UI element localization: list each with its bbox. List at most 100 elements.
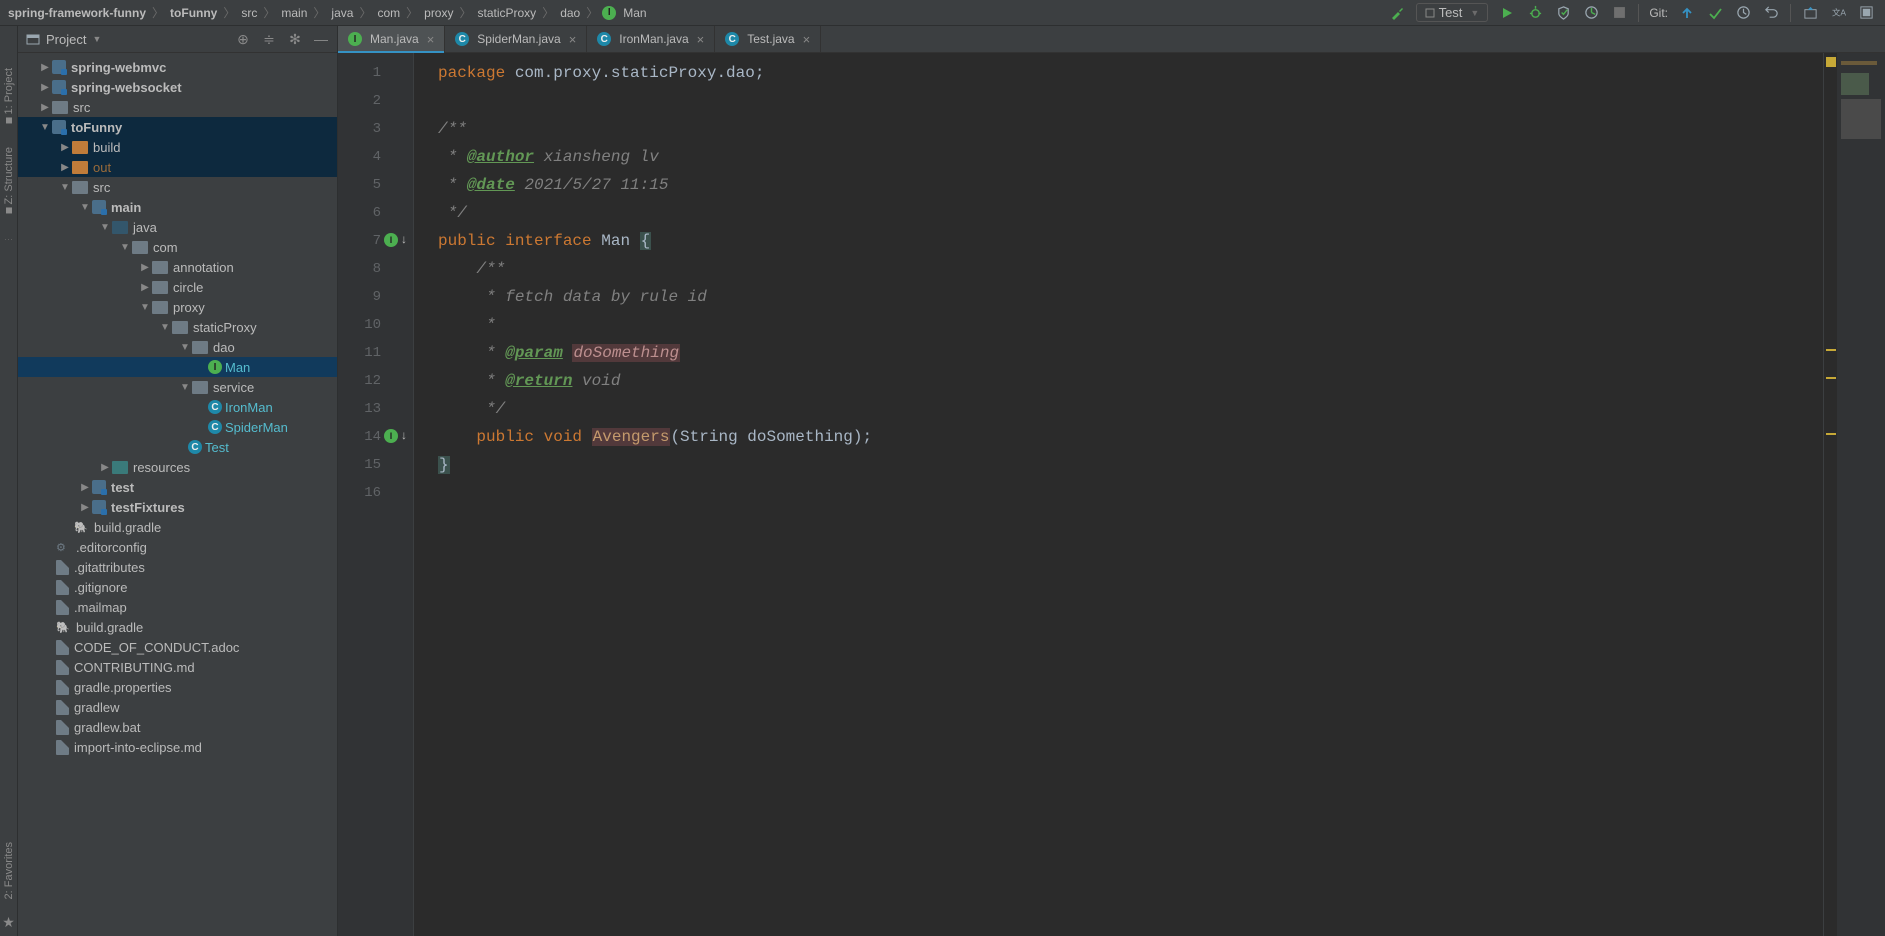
tree-out[interactable]: ▶out: [18, 157, 337, 177]
tree-module-websocket[interactable]: ▶spring-websocket: [18, 77, 337, 97]
tree-toFunny[interactable]: ▼toFunny: [18, 117, 337, 137]
tree-Man[interactable]: IMan: [18, 357, 337, 377]
search-everywhere-icon[interactable]: [1857, 4, 1875, 22]
tree-gradlew-bat[interactable]: gradlew.bat: [18, 717, 337, 737]
stop-button[interactable]: [1610, 4, 1628, 22]
tree-module-webmvc[interactable]: ▶spring-webmvc: [18, 57, 337, 77]
ide-update-icon[interactable]: [1801, 4, 1819, 22]
crumb-5[interactable]: com: [375, 6, 402, 20]
line-number[interactable]: 4: [338, 143, 413, 171]
line-number[interactable]: 3: [338, 115, 413, 143]
tree-IronMan[interactable]: CIronMan: [18, 397, 337, 417]
close-icon[interactable]: ×: [569, 32, 577, 47]
tree-test[interactable]: ▶test: [18, 477, 337, 497]
crumb-6[interactable]: proxy: [422, 6, 455, 20]
tree-resources[interactable]: ▶resources: [18, 457, 337, 477]
analysis-status-icon[interactable]: [1826, 57, 1836, 67]
tree-mailmap[interactable]: .mailmap: [18, 597, 337, 617]
git-history-icon[interactable]: [1734, 4, 1752, 22]
tree-Test[interactable]: CTest: [18, 437, 337, 457]
settings-icon[interactable]: ✻: [287, 31, 303, 47]
error-stripe[interactable]: [1823, 53, 1837, 936]
tab-man[interactable]: I Man.java ×: [338, 26, 445, 52]
git-update-icon[interactable]: [1678, 4, 1696, 22]
build-icon[interactable]: [1388, 4, 1406, 22]
line-number[interactable]: 16: [338, 479, 413, 507]
line-number[interactable]: 6: [338, 199, 413, 227]
line-number[interactable]: 11: [338, 339, 413, 367]
tree-SpiderMan[interactable]: CSpiderMan: [18, 417, 337, 437]
tree-dao[interactable]: ▼dao: [18, 337, 337, 357]
tree-circle[interactable]: ▶circle: [18, 277, 337, 297]
tool-structure-tab[interactable]: Z: Structure: [3, 147, 15, 213]
tree-annotation[interactable]: ▶annotation: [18, 257, 337, 277]
tree-gradle-props[interactable]: gradle.properties: [18, 677, 337, 697]
close-icon[interactable]: ×: [803, 32, 811, 47]
tree-src-top[interactable]: ▶src: [18, 97, 337, 117]
coverage-button[interactable]: [1554, 4, 1572, 22]
tab-ironman[interactable]: C IronMan.java ×: [587, 26, 715, 52]
tree-gitignore[interactable]: .gitignore: [18, 577, 337, 597]
crumb-4[interactable]: java: [329, 6, 355, 20]
line-number[interactable]: 8: [338, 255, 413, 283]
hide-icon[interactable]: —: [313, 31, 329, 47]
tree-testFixtures[interactable]: ▶testFixtures: [18, 497, 337, 517]
tree-java[interactable]: ▼java: [18, 217, 337, 237]
run-button[interactable]: [1498, 4, 1516, 22]
line-gutter[interactable]: 1 2 3 4 5 6 7 8 9 10 11 12 13 14 15 16 I…: [338, 53, 414, 936]
crumb-8[interactable]: dao: [558, 6, 582, 20]
profiler-button[interactable]: [1582, 4, 1600, 22]
tree-gradlew[interactable]: gradlew: [18, 697, 337, 717]
tree-import-eclipse[interactable]: import-into-eclipse.md: [18, 737, 337, 757]
line-number[interactable]: 5: [338, 171, 413, 199]
tree-main[interactable]: ▼main: [18, 197, 337, 217]
warning-mark[interactable]: [1826, 377, 1836, 379]
line-number[interactable]: 12: [338, 367, 413, 395]
crumb-1[interactable]: toFunny: [168, 6, 219, 20]
expand-all-icon[interactable]: ≑: [261, 31, 277, 47]
tab-test[interactable]: C Test.java ×: [715, 26, 821, 52]
git-commit-icon[interactable]: [1706, 4, 1724, 22]
implementers-gutter-icon[interactable]: I↓: [384, 231, 407, 247]
tree-com[interactable]: ▼com: [18, 237, 337, 257]
project-tree[interactable]: ▶spring-webmvc ▶spring-websocket ▶src ▼t…: [18, 53, 337, 936]
crumb-class[interactable]: Man: [621, 6, 648, 20]
crumb-root[interactable]: spring-framework-funny: [6, 6, 148, 20]
tree-editorconfig[interactable]: ⚙.editorconfig: [18, 537, 337, 557]
crumb-7[interactable]: staticProxy: [476, 6, 539, 20]
code-editor[interactable]: 1 2 3 4 5 6 7 8 9 10 11 12 13 14 15 16 I…: [338, 53, 1885, 936]
crumb-3[interactable]: main: [279, 6, 309, 20]
tree-build-gradle[interactable]: 🐘build.gradle: [18, 517, 337, 537]
tab-spiderman[interactable]: C SpiderMan.java ×: [445, 26, 587, 52]
tree-proxy[interactable]: ▼proxy: [18, 297, 337, 317]
translate-icon[interactable]: 文A: [1829, 4, 1847, 22]
tree-coc[interactable]: CODE_OF_CONDUCT.adoc: [18, 637, 337, 657]
line-number[interactable]: 9: [338, 283, 413, 311]
warning-mark[interactable]: [1826, 349, 1836, 351]
line-number[interactable]: 1: [338, 59, 413, 87]
locate-file-icon[interactable]: ⊕: [235, 31, 251, 47]
tree-service[interactable]: ▼service: [18, 377, 337, 397]
debug-button[interactable]: [1526, 4, 1544, 22]
run-config-dropdown[interactable]: Test ▼: [1416, 3, 1489, 22]
tool-favorites-tab[interactable]: 2: Favorites: [3, 842, 15, 899]
line-number[interactable]: 2: [338, 87, 413, 115]
line-number[interactable]: 10: [338, 311, 413, 339]
tree-staticProxy[interactable]: ▼staticProxy: [18, 317, 337, 337]
tree-build-gradle-root[interactable]: 🐘build.gradle: [18, 617, 337, 637]
close-icon[interactable]: ×: [697, 32, 705, 47]
line-number[interactable]: 15: [338, 451, 413, 479]
tree-src[interactable]: ▼src: [18, 177, 337, 197]
implementers-gutter-icon[interactable]: I↓: [384, 427, 407, 443]
project-view-dropdown[interactable]: Project ▼: [26, 32, 101, 47]
tree-build[interactable]: ▶build: [18, 137, 337, 157]
close-icon[interactable]: ×: [427, 32, 435, 47]
tree-contributing[interactable]: CONTRIBUTING.md: [18, 657, 337, 677]
tree-gitattributes[interactable]: .gitattributes: [18, 557, 337, 577]
minimap[interactable]: [1837, 53, 1885, 936]
code-content[interactable]: package com.proxy.staticProxy.dao; /** *…: [414, 53, 1823, 936]
warning-mark[interactable]: [1826, 433, 1836, 435]
crumb-2[interactable]: src: [239, 6, 259, 20]
line-number[interactable]: 13: [338, 395, 413, 423]
tool-project-tab[interactable]: 1: Project: [3, 68, 15, 123]
